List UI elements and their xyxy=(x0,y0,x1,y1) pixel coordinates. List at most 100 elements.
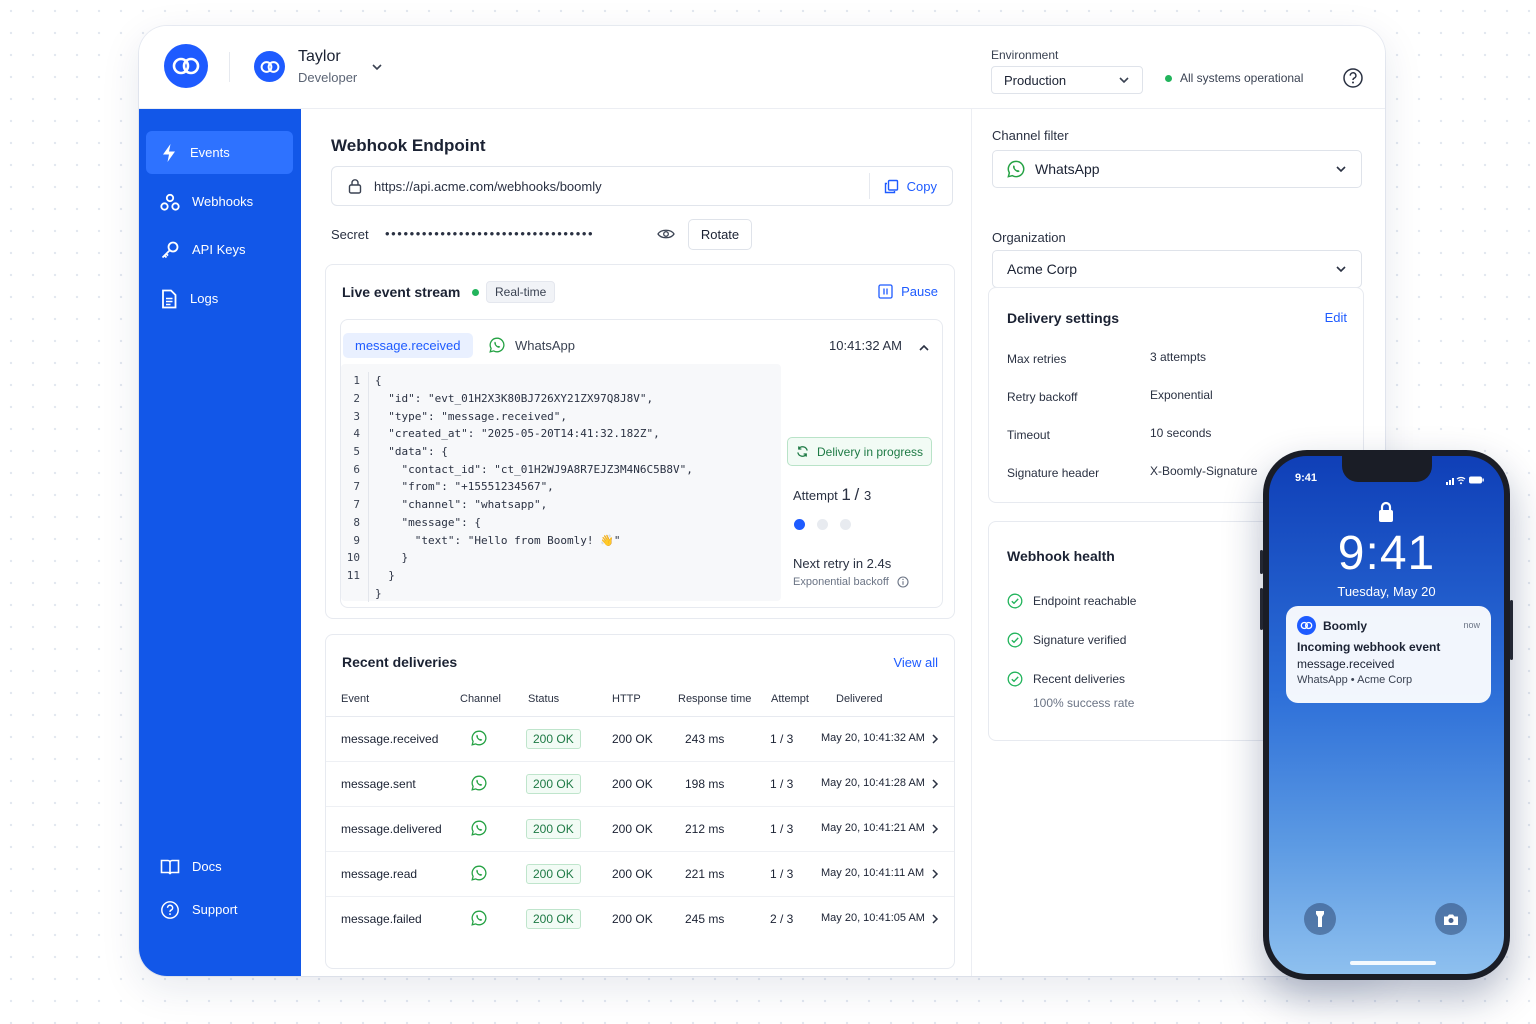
health-item: Recent deliveries xyxy=(1007,671,1125,687)
line-number: 9 xyxy=(341,531,369,549)
copy-icon xyxy=(884,179,898,193)
chevron-right-icon[interactable] xyxy=(931,868,939,883)
column-header[interactable]: Status xyxy=(528,693,559,705)
chevron-right-icon[interactable] xyxy=(931,778,939,793)
edit-settings-link[interactable]: Edit xyxy=(1325,310,1347,325)
column-header[interactable]: Response time xyxy=(678,693,751,705)
main-content: Webhook Endpoint https://api.acme.com/we… xyxy=(301,109,971,976)
table-row[interactable]: message.read 200 OK 200 OK 221 ms 1 / 3 May 2… xyxy=(326,852,954,897)
endpoint-url-field[interactable]: https://api.acme.com/webhooks/boomly Cop… xyxy=(331,166,953,206)
column-header[interactable]: Channel xyxy=(460,693,501,705)
status-badge: 200 OK xyxy=(526,909,581,929)
code-line: 2 "id": "evt_01H2X3K80BJ726XY21ZX97Q8J8V… xyxy=(341,389,781,408)
view-all-link[interactable]: View all xyxy=(893,655,938,670)
code-line: } xyxy=(341,584,781,602)
delivery-settings-title: Delivery settings xyxy=(1007,310,1120,326)
code-line: 11 } xyxy=(341,566,781,585)
sidebar-item-support[interactable]: Support xyxy=(146,888,293,931)
sidebar-item-api-keys[interactable]: API Keys xyxy=(146,228,293,271)
camera-icon[interactable] xyxy=(1435,903,1467,935)
endpoint-url[interactable]: https://api.acme.com/webhooks/boomly xyxy=(374,179,869,194)
whatsapp-icon xyxy=(471,865,487,884)
column-header[interactable]: Attempt xyxy=(771,693,809,705)
attempt-counter: Attempt 1 / 3 xyxy=(793,485,872,504)
push-notification[interactable]: Boomly now Incoming webhook event messag… xyxy=(1286,606,1491,703)
help-icon[interactable] xyxy=(1342,67,1364,94)
user-avatar[interactable] xyxy=(254,51,285,82)
user-menu-chevron-down-icon[interactable] xyxy=(371,58,383,76)
rotate-secret-button[interactable]: Rotate xyxy=(688,219,752,250)
line-number: 6 xyxy=(341,460,369,479)
status-badge: 200 OK xyxy=(526,729,581,749)
chevron-right-icon[interactable] xyxy=(931,823,939,838)
backoff-info: Exponential backoff xyxy=(793,576,909,588)
sidebar-item-label: Support xyxy=(192,902,238,917)
pause-label: Pause xyxy=(901,284,938,299)
code-text: } xyxy=(375,568,395,582)
event-payload-code: 1{2 "id": "evt_01H2X3K80BJ726XY21ZX97Q8J… xyxy=(341,364,781,602)
delivery-status-badge: Delivery in progress xyxy=(787,437,933,466)
column-header[interactable]: Delivered xyxy=(836,693,882,705)
user-name[interactable]: Taylor xyxy=(298,48,341,66)
sidebar-item-logs[interactable]: Logs xyxy=(146,277,293,320)
pause-stream-button[interactable]: Pause xyxy=(878,284,938,299)
eye-icon[interactable] xyxy=(657,227,675,245)
whatsapp-icon xyxy=(489,337,505,353)
sidebar-item-events[interactable]: Events xyxy=(146,131,293,174)
deliveries-title: Recent deliveries xyxy=(342,654,458,670)
environment-select[interactable]: Production xyxy=(991,66,1143,94)
info-icon[interactable] xyxy=(897,576,909,588)
table-row[interactable]: message.delivered 200 OK 200 OK 212 ms 1 / 3… xyxy=(326,807,954,852)
line-number: 7 xyxy=(341,495,369,514)
backoff-label: Exponential backoff xyxy=(793,576,889,588)
table-row[interactable]: message.sent 200 OK 200 OK 198 ms 1 / 3 May 2… xyxy=(326,762,954,807)
settings-row: Timeout 10 seconds xyxy=(1007,426,1347,442)
live-dot-icon xyxy=(472,289,479,296)
realtime-badge: Real-time xyxy=(486,281,556,303)
lock-screen-clock: 9:41 xyxy=(1337,527,1436,580)
setting-label: Signature header xyxy=(1007,466,1100,480)
code-text: } xyxy=(375,551,409,565)
copy-url-button[interactable]: Copy xyxy=(868,173,952,199)
phone-status-time: 9:41 xyxy=(1295,472,1318,484)
code-text: "type": "message.received", xyxy=(375,409,568,423)
cell-http: 200 OK xyxy=(612,912,653,926)
table-row[interactable]: message.failed 200 OK 200 OK 245 ms 2 / 3 May… xyxy=(326,897,954,942)
cell-attempt: 1 / 3 xyxy=(770,732,794,746)
column-header[interactable]: Event xyxy=(341,693,369,705)
table-row[interactable]: message.received 200 OK 200 OK 243 ms 1 / 3 M… xyxy=(326,717,954,762)
cell-response-time: 221 ms xyxy=(685,867,725,881)
event-channel: WhatsApp xyxy=(489,337,575,353)
event-channel-label: WhatsApp xyxy=(515,337,575,353)
cell-response-time: 212 ms xyxy=(685,822,725,836)
sidebar-item-label: Docs xyxy=(192,859,222,874)
setting-label: Timeout xyxy=(1007,428,1050,442)
secret-label: Secret xyxy=(331,227,369,242)
flashlight-icon[interactable] xyxy=(1304,903,1336,935)
code-line: 9 "text": "Hello from Boomly! 👋" xyxy=(341,531,781,549)
organization-select[interactable]: Acme Corp xyxy=(992,250,1362,288)
copy-label: Copy xyxy=(906,178,937,194)
code-text: "created_at": "2025-05-20T14:41:32.182Z"… xyxy=(375,427,660,441)
sidebar-item-docs[interactable]: Docs xyxy=(146,845,293,888)
phone-side-button xyxy=(1510,600,1513,660)
brand-logo-icon[interactable] xyxy=(164,44,208,88)
code-line: 7 "from": "+15551234567", xyxy=(341,478,781,496)
channel-filter-value: WhatsApp xyxy=(1035,161,1100,177)
check-circle-icon xyxy=(1007,593,1023,609)
code-line: 10 } xyxy=(341,548,781,567)
pause-icon xyxy=(878,284,893,299)
channel-filter-select[interactable]: WhatsApp xyxy=(992,150,1362,188)
cell-http: 200 OK xyxy=(612,732,653,746)
chevron-right-icon[interactable] xyxy=(931,733,939,748)
lock-icon xyxy=(348,179,362,194)
setting-label: Max retries xyxy=(1007,352,1067,366)
code-line: 7 "channel": "whatsapp", xyxy=(341,495,781,514)
collapse-chevron-up-icon[interactable] xyxy=(918,339,930,357)
column-header[interactable]: HTTP xyxy=(612,693,641,705)
line-number: 5 xyxy=(341,442,369,461)
chevron-right-icon[interactable] xyxy=(931,913,939,928)
sidebar-item-webhooks[interactable]: Webhooks xyxy=(146,180,293,223)
code-text: "message": { xyxy=(375,515,481,529)
system-status: All systems operational xyxy=(1165,71,1303,85)
